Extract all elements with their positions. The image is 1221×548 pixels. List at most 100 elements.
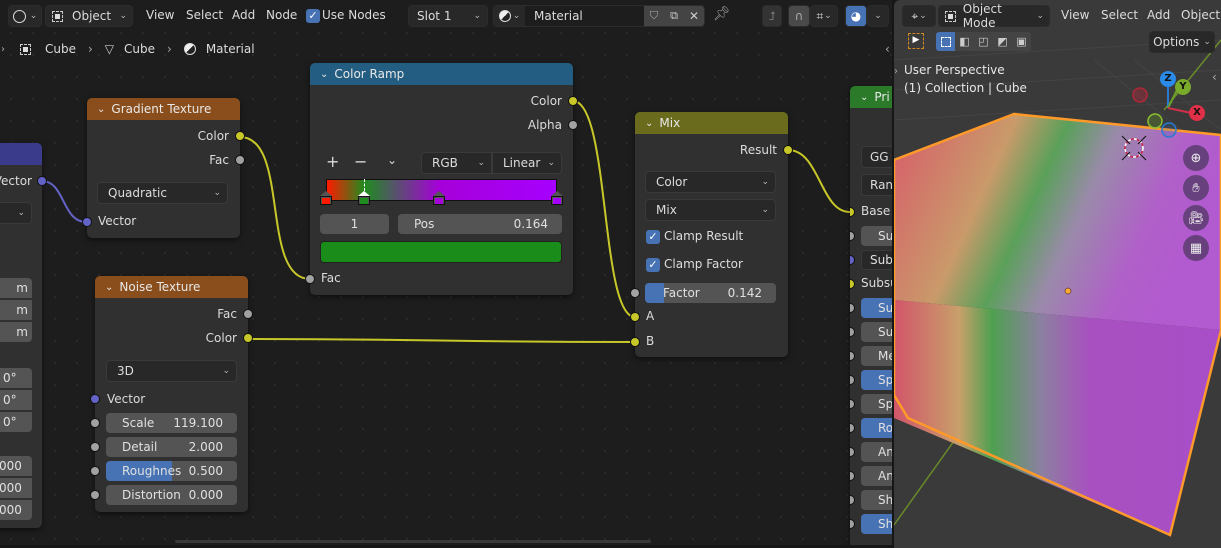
options-dropdown[interactable]: Options ⌄ (1149, 31, 1215, 53)
selection-mode-subtract-icon[interactable]: ◰ (974, 32, 993, 51)
input-factor-socket[interactable] (630, 288, 640, 298)
bsdf-input-field[interactable]: Ro (861, 418, 892, 438)
add-stop-button[interactable]: + (326, 152, 339, 171)
camera-icon[interactable]: 🎥︎ (1183, 205, 1209, 231)
bsdf-input-socket[interactable] (850, 255, 855, 265)
output-vector-socket[interactable] (37, 176, 47, 186)
rotation-z-field[interactable]: 0° (0, 412, 32, 432)
color-ramp-stop-marker[interactable] (320, 191, 332, 205)
bsdf-input-socket[interactable] (850, 351, 855, 361)
gradient-texture-header[interactable]: ⌄ Gradient Texture (87, 98, 240, 120)
input-roughness-socket[interactable] (90, 466, 100, 476)
stop-position-field[interactable]: Pos 0.164 (398, 214, 562, 234)
gradient-texture-node[interactable]: ⌄ Gradient Texture Color Fac Quadratic ⌄ … (82, 98, 245, 238)
bsdf-input-socket[interactable] (850, 447, 855, 457)
factor-field[interactable]: Factor 0.142 (645, 283, 776, 303)
roughness-field[interactable]: Roughnes 0.500 (106, 461, 237, 481)
scale-x-field[interactable]: 000 (0, 456, 32, 476)
rotation-x-field[interactable]: 0° (0, 368, 32, 388)
color-ramp-header[interactable]: ⌄ Color Ramp (310, 63, 573, 85)
bsdf-input-socket[interactable] (850, 207, 855, 217)
active-stop-color-swatch[interactable] (320, 241, 562, 263)
bsdf-input-field[interactable]: Su (861, 322, 892, 342)
bsdf-input-socket[interactable] (850, 519, 855, 529)
scale-y-field[interactable]: 000 (0, 478, 32, 498)
horizontal-scrollbar[interactable] (175, 540, 651, 543)
select-tool-icon[interactable]: ▶ (908, 33, 924, 49)
active-stop-index-field[interactable]: 1 (320, 214, 389, 234)
remove-stop-button[interactable]: − (354, 152, 367, 171)
input-vector-socket[interactable] (90, 394, 100, 404)
mode-dropdown[interactable]: Object Mode ⌄ (938, 2, 1050, 30)
output-fac-socket[interactable] (243, 309, 253, 319)
output-fac-socket[interactable] (235, 155, 245, 165)
color-ramp-stop-marker[interactable] (551, 191, 563, 205)
ramp-options-dropdown[interactable]: ⌄ (387, 153, 397, 167)
zoom-icon[interactable]: ⊕ (1183, 145, 1209, 171)
principled-bsdf-node-partial[interactable]: ⌄ Pri GG Ran Base Su Sub Subsu Su Su Me Sp Sp Ro A… (850, 86, 892, 545)
output-result-socket[interactable] (783, 145, 793, 155)
pan-hand-icon[interactable]: ✋︎ (1183, 175, 1209, 201)
bsdf-input-socket[interactable] (850, 279, 855, 289)
bsdf-input-socket[interactable] (850, 399, 855, 409)
bsdf-input-socket[interactable] (850, 303, 855, 313)
color-ramp-stop-marker[interactable] (357, 191, 370, 205)
node-editor[interactable]: ⌄ Object ⌄ View Select Add Node ✓ Use No… (0, 0, 892, 545)
bsdf-input-field[interactable]: Me (861, 346, 892, 366)
gradient-type-dropdown[interactable]: Quadratic ⌄ (97, 182, 228, 204)
output-alpha-socket[interactable] (568, 120, 578, 130)
bsdf-input-socket[interactable] (850, 471, 855, 481)
rotation-y-field[interactable]: 0° (0, 390, 32, 410)
bsdf-input-socket[interactable] (850, 231, 855, 241)
collapse-chevron-icon[interactable]: ⌄ (645, 118, 653, 129)
selection-mode-invert-icon[interactable]: ◩ (993, 32, 1012, 51)
bsdf-input-socket[interactable] (850, 375, 855, 385)
output-color-socket[interactable] (235, 131, 245, 141)
mix-header[interactable]: ⌄ Mix (635, 112, 788, 134)
toolbar-toggle[interactable]: › (894, 66, 898, 77)
input-detail-socket[interactable] (90, 442, 100, 452)
grid-icon[interactable]: ▦ (1183, 235, 1209, 261)
distortion-field[interactable]: Distortion 0.000 (106, 485, 237, 505)
bsdf-input-field[interactable]: Sp (861, 370, 892, 390)
input-a-socket[interactable] (630, 312, 640, 322)
input-scale-socket[interactable] (90, 418, 100, 428)
location-z-field[interactable]: m (0, 322, 32, 342)
scale-field[interactable]: Scale 119.100 (106, 413, 237, 433)
color-ramp-stop-marker[interactable] (433, 191, 446, 205)
viewport-menu-select[interactable]: Select (1101, 8, 1138, 22)
input-vector-socket[interactable] (82, 217, 92, 227)
input-distortion-socket[interactable] (90, 490, 100, 500)
mapping-type-dropdown[interactable]: ⌄ (0, 202, 32, 224)
viewport-menu-view[interactable]: View (1061, 8, 1089, 22)
collapse-chevron-icon[interactable]: ⌄ (105, 282, 113, 293)
clamp-result-checkbox[interactable]: ✓ (646, 230, 660, 244)
principled-header[interactable]: ⌄ Pri (850, 86, 892, 108)
subsurface-method-dropdown[interactable]: Ran (861, 174, 892, 196)
scale-z-field[interactable]: 000 (0, 500, 32, 520)
bsdf-input-field[interactable]: Sp (861, 394, 892, 414)
gizmo-axis-z[interactable]: Z (1160, 71, 1176, 87)
bsdf-input-socket[interactable] (850, 327, 855, 337)
blend-mode-dropdown[interactable]: Mix ⌄ (645, 199, 776, 221)
interpolation-dropdown[interactable]: Linear ⌄ (492, 152, 562, 174)
bsdf-input-socket[interactable] (850, 423, 855, 433)
color-mode-dropdown[interactable]: RGB ⌄ (421, 152, 492, 174)
selection-mode-new-icon[interactable] (936, 32, 955, 51)
gizmo-axis-y[interactable]: Y (1175, 79, 1191, 95)
detail-field[interactable]: Detail 2.000 (106, 437, 237, 457)
location-x-field[interactable]: m (0, 278, 32, 298)
viewport-menu-add[interactable]: Add (1147, 8, 1170, 22)
input-b-socket[interactable] (630, 337, 640, 347)
selection-mode-extend-icon[interactable]: ◧ (955, 32, 974, 51)
viewport-editor-type-button[interactable]: ⌖ ⌄ (902, 5, 936, 27)
collapse-chevron-icon[interactable]: ⌄ (860, 92, 868, 103)
bsdf-input-field[interactable]: Sub (861, 250, 892, 270)
noise-texture-node[interactable]: ⌄ Noise Texture Fac Color 3D ⌄ Vector Sca… (90, 276, 253, 512)
collapse-chevron-icon[interactable]: ⌄ (320, 69, 328, 80)
data-type-dropdown[interactable]: Color ⌄ (645, 171, 776, 193)
gizmo-axis-x[interactable]: X (1189, 105, 1205, 121)
viewport-menu-object[interactable]: Object (1181, 8, 1220, 22)
input-fac-socket[interactable] (305, 274, 315, 284)
selection-mode-intersect-icon[interactable]: ▣ (1012, 32, 1031, 51)
